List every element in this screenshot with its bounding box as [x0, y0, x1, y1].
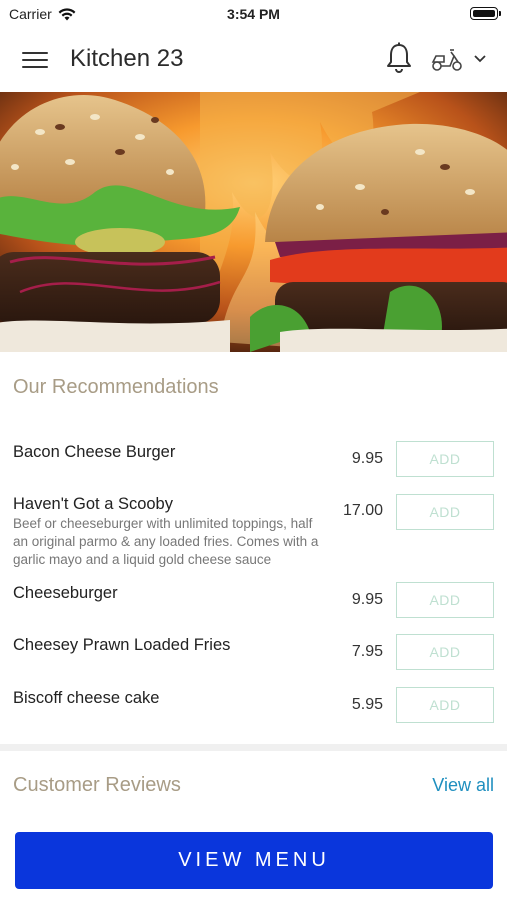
item-price: 17.00	[342, 502, 383, 519]
add-button[interactable]: ADD	[396, 582, 494, 618]
item-name: Cheesey Prawn Loaded Fries	[13, 636, 231, 654]
add-button[interactable]: ADD	[396, 634, 494, 670]
item-price: 5.95	[351, 696, 383, 713]
view-menu-button[interactable]: VIEW MENU	[15, 832, 493, 889]
hero-burger-image	[0, 92, 507, 352]
item-description-line: garlic mayo and a liquid gold cheese sau…	[13, 552, 272, 567]
item-name: Bacon Cheese Burger	[13, 443, 176, 461]
recommendations-title: Our Recommendations	[13, 376, 219, 398]
status-time: 3:54 PM	[227, 6, 280, 22]
item-name: Cheeseburger	[13, 584, 118, 602]
add-button[interactable]: ADD	[396, 687, 494, 723]
item-name: Biscoff cheese cake	[13, 689, 160, 707]
battery-icon	[470, 7, 501, 20]
delivery-scooter-icon[interactable]	[430, 44, 464, 74]
item-description: Beef or cheeseburger with unlimited topp…	[13, 515, 343, 569]
item-price: 7.95	[351, 643, 383, 660]
bell-icon[interactable]	[384, 42, 414, 76]
item-price: 9.95	[351, 591, 383, 608]
item-description-line: an original parmo & any loaded fries. Co…	[13, 534, 319, 549]
item-name: Haven't Got a Scooby	[13, 495, 173, 513]
add-button[interactable]: ADD	[396, 441, 494, 477]
reviews-title: Customer Reviews	[13, 774, 181, 796]
view-all-reviews-link[interactable]: View all	[432, 775, 494, 796]
item-description-line: Beef or cheeseburger with unlimited topp…	[13, 516, 313, 531]
app-header: Kitchen 23	[0, 28, 507, 92]
chevron-down-icon[interactable]	[471, 52, 489, 66]
status-bar: Carrier 3:54 PM	[0, 0, 507, 28]
item-price: 9.95	[351, 450, 383, 467]
section-divider	[0, 744, 507, 751]
menu-icon[interactable]	[22, 50, 48, 70]
add-button[interactable]: ADD	[396, 494, 494, 530]
page-title: Kitchen 23	[70, 45, 184, 72]
